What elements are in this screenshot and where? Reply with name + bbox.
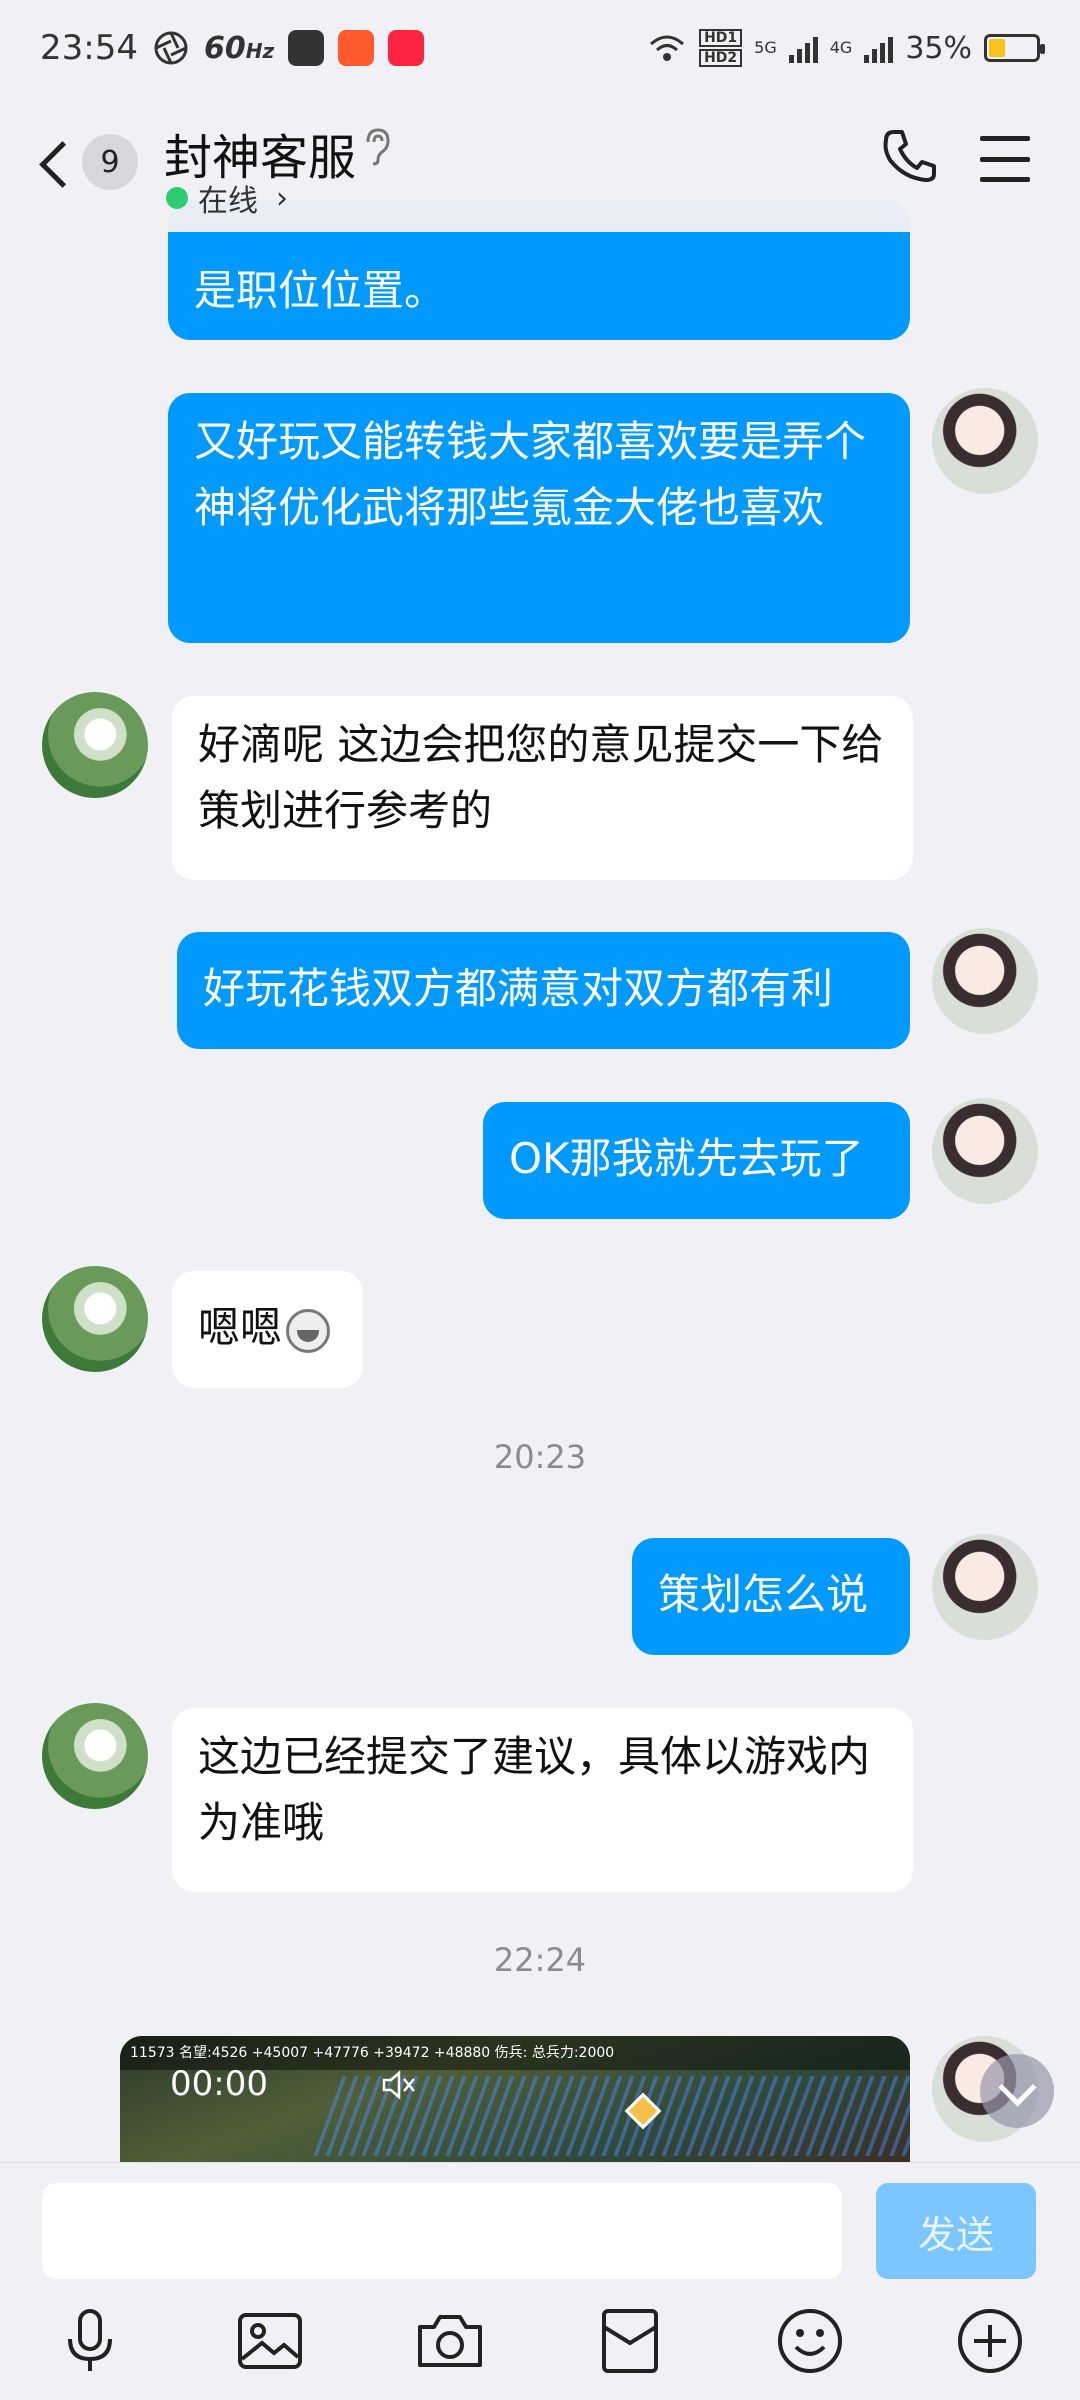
message-input[interactable]: [42, 2183, 842, 2279]
kuaishou-icon: [338, 30, 375, 66]
online-dot-icon: [166, 187, 188, 209]
menu-button[interactable]: [980, 136, 1030, 182]
send-button[interactable]: 发送: [876, 2183, 1036, 2279]
online-status[interactable]: 在线 ›: [166, 176, 288, 220]
mute-icon[interactable]: [382, 2070, 416, 2108]
timestamp: 22:24: [493, 1941, 587, 1979]
network-5g: 5G: [754, 38, 777, 57]
phone-call-button[interactable]: [880, 126, 950, 196]
video-duration: 00:00: [170, 2064, 268, 2104]
add-icon[interactable]: [952, 2303, 1028, 2379]
image-icon[interactable]: [232, 2303, 308, 2379]
wifi-icon: [650, 35, 685, 61]
aperture-icon: [154, 31, 188, 65]
service-avatar[interactable]: [42, 692, 148, 798]
back-button[interactable]: [36, 134, 80, 194]
my-avatar[interactable]: [932, 928, 1038, 1034]
unread-badge: 9: [82, 134, 138, 190]
message-outgoing[interactable]: 策划怎么说: [632, 1538, 910, 1655]
red-packet-icon[interactable]: [592, 2303, 668, 2379]
chevron-right-icon: ›: [276, 180, 288, 216]
signal-icon: [788, 33, 818, 63]
message-incoming[interactable]: 好滴呢 这边会把您的意见提交一下给策划进行参考的: [172, 696, 913, 880]
refresh-rate: 60Hz: [203, 30, 275, 66]
video-message[interactable]: 11573 名望:4526 +45007 +47776 +39472 +4888…: [120, 2036, 910, 2162]
composer: 发送: [0, 2162, 1080, 2400]
emoji-icon[interactable]: [772, 2303, 848, 2379]
message-outgoing[interactable]: 好玩花钱双方都满意对双方都有利: [177, 932, 910, 1049]
camera-icon[interactable]: [412, 2303, 488, 2379]
signal-icon-2: [864, 33, 894, 63]
my-avatar[interactable]: [932, 388, 1038, 494]
message-incoming[interactable]: 这边已经提交了建议，具体以游戏内为准哦: [172, 1708, 913, 1892]
hd-indicator: HD1 HD2: [699, 29, 743, 67]
wechat-icon: [288, 30, 325, 66]
my-avatar[interactable]: [932, 1534, 1038, 1640]
grin-emoji-icon: [286, 1308, 331, 1353]
chat-header: 9 封神客服 在线 ›: [0, 96, 1080, 232]
clock: 23:54: [40, 28, 138, 68]
service-avatar[interactable]: [42, 1266, 148, 1372]
battery-percent: 35%: [905, 30, 972, 66]
status-bar: 23:54 60Hz HD1 HD2 5G 4G 35%: [0, 0, 1080, 96]
service-avatar[interactable]: [42, 1703, 148, 1809]
network-4g: 4G: [829, 38, 853, 57]
composer-toolbar: [0, 2303, 1080, 2393]
message-outgoing[interactable]: 又好玩又能转钱大家都喜欢要是弄个神将优化武将那些氪金大佬也喜欢: [168, 393, 910, 643]
ear-icon[interactable]: [360, 126, 394, 177]
xiaohongshu-icon: [388, 30, 425, 66]
timestamp: 20:23: [493, 1438, 587, 1476]
battery-icon: [984, 34, 1045, 62]
message-outgoing[interactable]: OK那我就先去玩了: [483, 1102, 910, 1219]
my-avatar[interactable]: [932, 1098, 1038, 1204]
microphone-icon[interactable]: [52, 2303, 128, 2379]
scroll-to-bottom-button[interactable]: [980, 2054, 1054, 2128]
message-incoming[interactable]: 嗯嗯: [172, 1271, 363, 1388]
